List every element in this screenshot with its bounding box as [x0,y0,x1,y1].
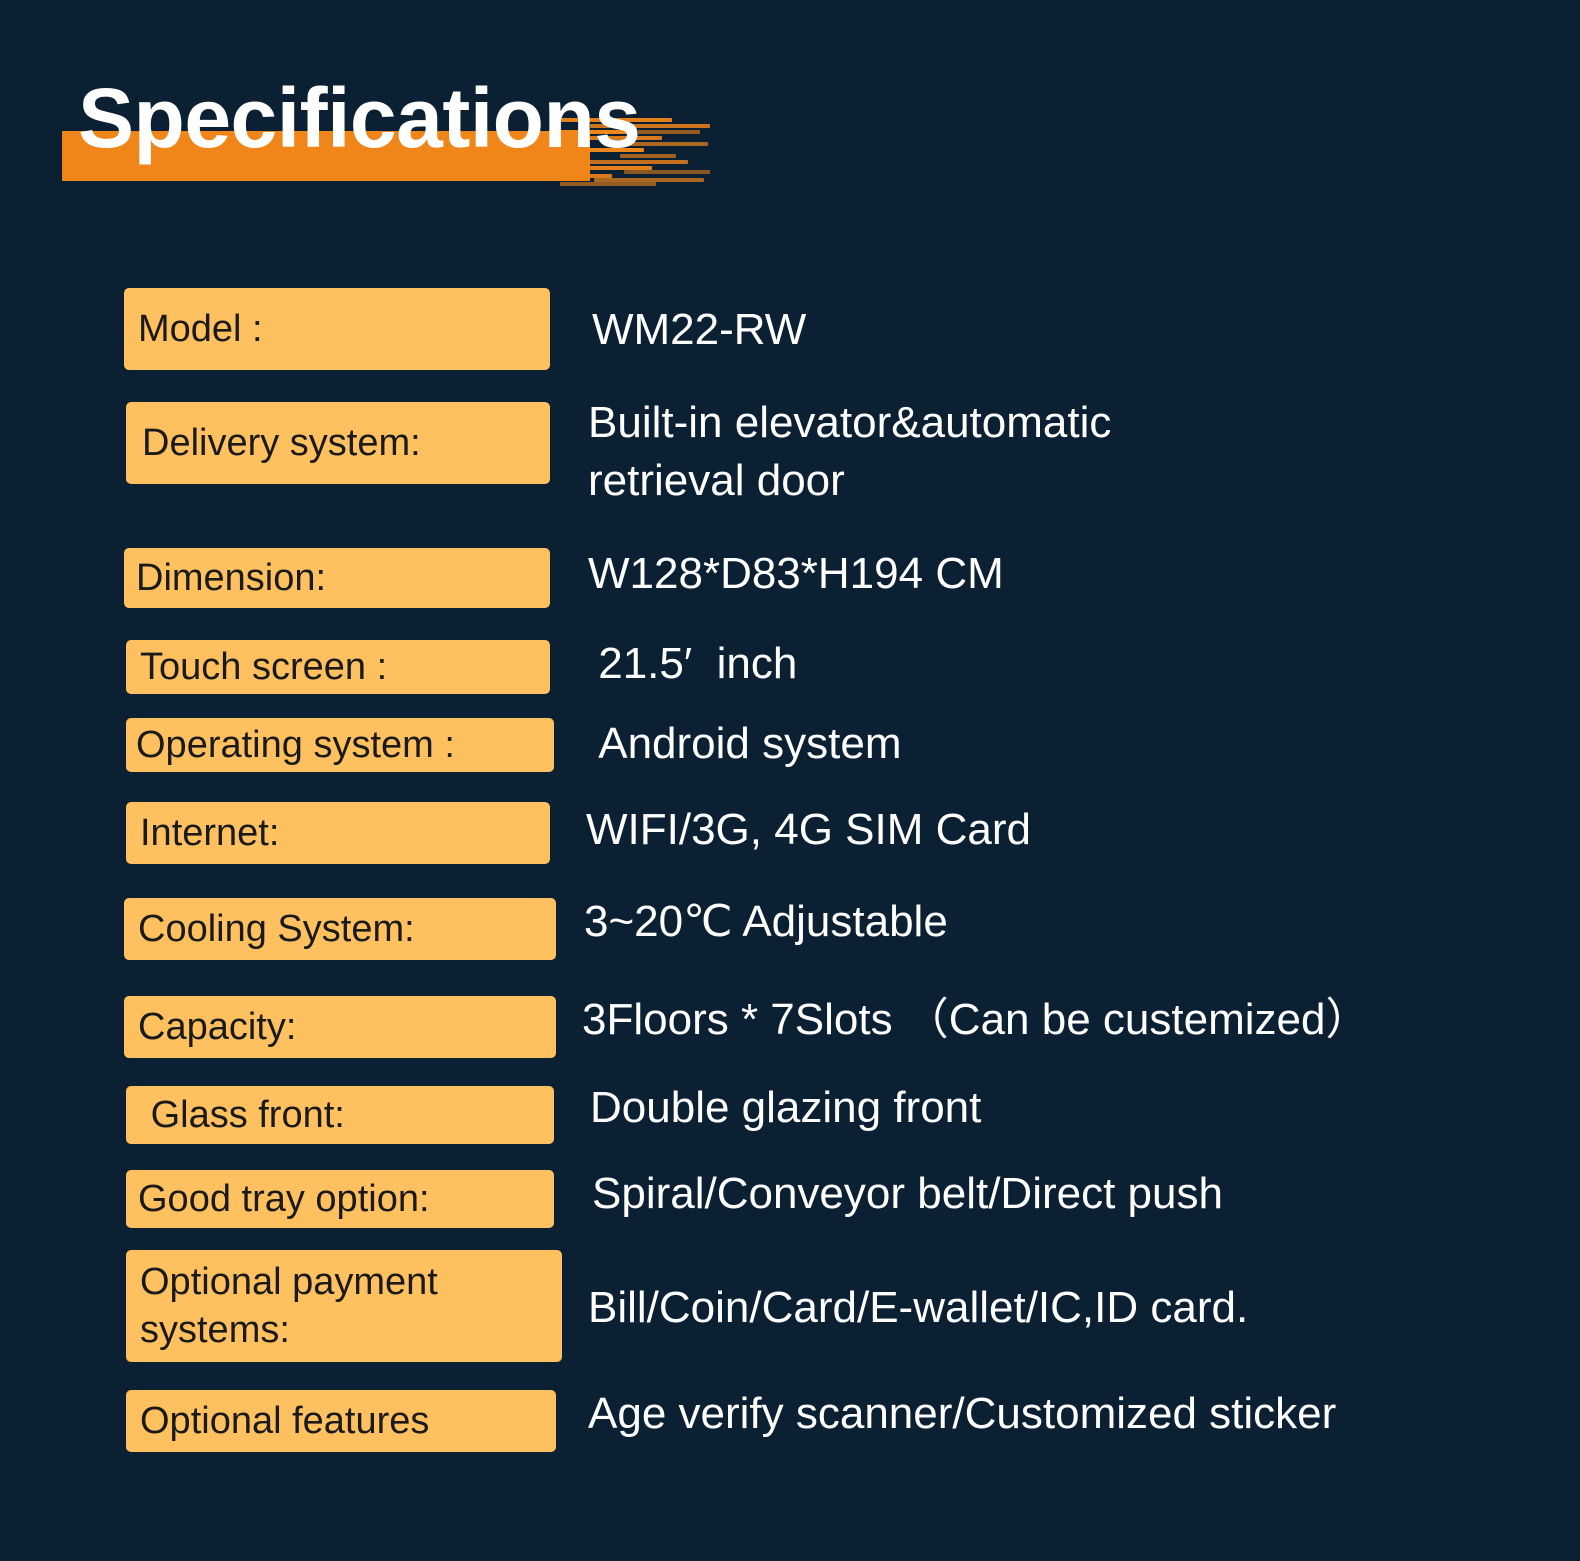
spec-value-cooling-system: 3~20℃ Adjustable [584,897,948,946]
spec-value-capacity: 3Floors * 7Slots （Can be custemized） [582,995,1370,1044]
spec-label-cooling-system: Cooling System: [124,898,556,960]
spec-value-internet: WIFI/3G, 4G SIM Card [586,805,1031,854]
page-header: Specifications [0,0,1580,240]
spec-value-delivery-system: Built-in elevator&automatic retrieval do… [588,398,1112,505]
spec-value-operating-system: Android system [586,719,902,768]
spec-label-model: Model : [124,288,550,370]
spec-label-internet: Internet: [126,802,550,864]
spec-value-optional-features: Age verify scanner/Customized sticker [588,1389,1337,1438]
spec-value-model: WM22-RW [592,305,807,354]
spec-label-dimension: Dimension: [124,548,550,608]
spec-label-capacity: Capacity: [124,996,556,1058]
spec-value-good-tray-option: Spiral/Conveyor belt/Direct push [592,1169,1223,1218]
spec-label-glass-front: Glass front: [126,1086,554,1144]
spec-label-good-tray-option: Good tray option: [126,1170,554,1228]
spec-label-touch-screen: Touch screen : [126,640,550,694]
spec-value-dimension: W128*D83*H194 CM [588,549,1004,598]
spec-label-operating-system: Operating system : [126,718,554,772]
page-title: Specifications [78,71,641,165]
spec-label-delivery-system: Delivery system: [126,402,550,484]
spec-value-touch-screen: 21.5′ inch [586,639,798,688]
spec-label-optional-payment-systems: Optional payment systems: [126,1250,562,1362]
spec-value-glass-front: Double glazing front [590,1083,982,1132]
spec-label-optional-features: Optional features [126,1390,556,1452]
spec-value-optional-payment-systems: Bill/Coin/Card/E-wallet/IC,ID card. [588,1283,1249,1332]
